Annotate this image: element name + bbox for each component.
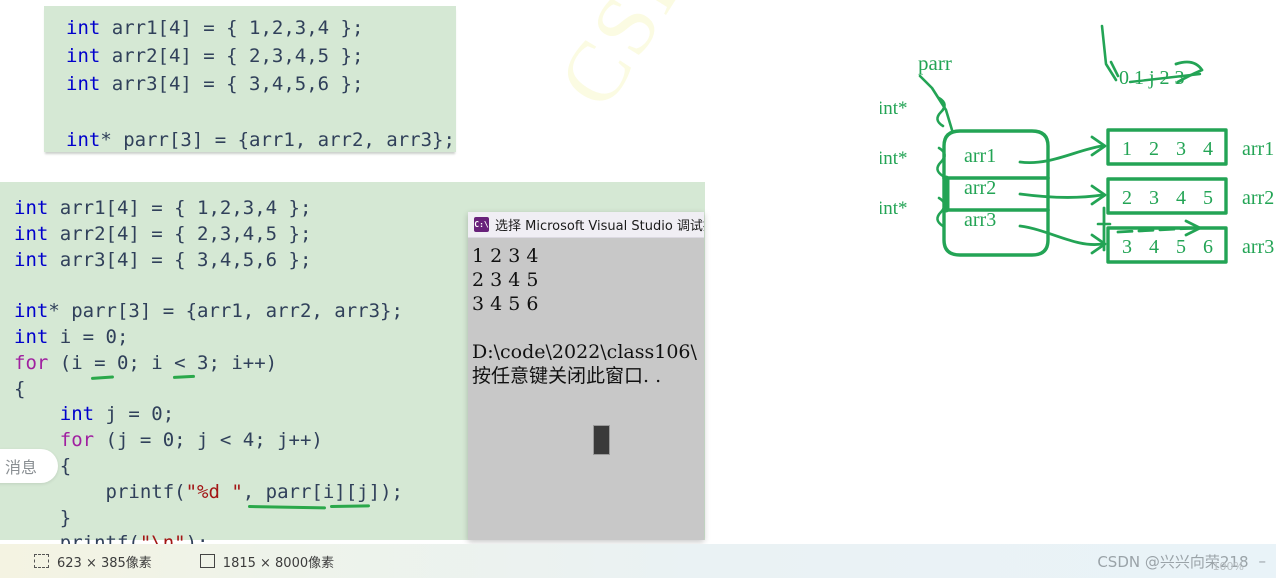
code-token: arr3[4] = { 3,4,5,6 }; [100,73,364,95]
console-line: 按任意键关闭此窗口. . [472,365,662,387]
pointer-type-label-2: int* [880,148,908,169]
code-token: for [14,351,49,374]
code-token: int [66,73,101,95]
code-token: * parr[3] = {arr1, arr2, arr3}; [100,129,455,151]
zoom-level-label: 100% [1212,559,1244,573]
console-window[interactable]: C:\ 选择 Microsoft Visual Studio 调试控 1 2 3… [468,212,704,540]
code-line: int arr1[4] = { 1,2,3,4 }; [66,14,456,42]
code-token: arr1[4] = { 1,2,3,4 }; [48,197,312,219]
code-token: "%d " [185,480,243,503]
trailing-dash: – [1258,552,1267,570]
pointer-type-label-3: int* [880,198,908,219]
console-line: 2 3 4 5 [472,269,539,291]
array-3-value-3: 5 [1176,236,1186,258]
code-line: int* parr[3] = {arr1, arr2, arr3}; [66,126,456,154]
diagram-stroke [1018,224,1104,246]
code-token: int [59,403,95,426]
array-2-value-1: 2 [1122,187,1132,209]
screenshot-root: CSDN @兴兴向荣 int arr1[4] = { 1,2,3,4 };int… [0,0,1276,578]
parr-cell-1: arr1 [964,145,996,167]
status-bar: 623 × 385像素 1815 × 8000像素 100% CSDN @兴兴向… [0,544,1276,578]
code-token: } [14,506,72,529]
array-3-value-2: 4 [1149,236,1159,258]
array-1-value-4: 4 [1203,138,1213,160]
array-1-value-3: 3 [1176,138,1186,160]
code-token: arr1[4] = { 1,2,3,4 }; [100,17,364,39]
console-line: D:\code\2022\class106\ [472,341,697,363]
array-2-value-4: 5 [1203,187,1213,209]
message-pill[interactable]: 消息 [0,449,58,483]
code-token: * parr[3] = {arr1, arr2, arr3}; [48,300,403,323]
code-token: arr3[4] = { 3,4,5,6 }; [48,248,312,271]
code-token: { [14,377,26,400]
image-size-icon [199,554,215,568]
code-token: int [14,222,49,245]
array-1-name: arr1 [1242,138,1274,160]
code-token: int [14,197,49,219]
code-token: i = 0; [48,325,129,348]
parr-cell-2: arr2 [964,177,996,199]
array-2-value-3: 4 [1176,187,1186,209]
code-token: int [14,248,49,271]
code-token: int [14,325,49,348]
code-token: int [14,300,49,323]
selection-icon [34,554,49,568]
code-token: arr2[4] = { 2,3,4,5 }; [100,45,364,67]
console-title-text: 选择 Microsoft Visual Studio 调试控 [495,219,704,234]
console-icon: C:\ [474,217,489,232]
console-cursor [593,425,610,455]
array-3-value-4: 6 [1203,236,1213,258]
pointer-type-label-1: int* [880,98,908,119]
pointer-array-diagram: parrint*int*int*arr1arr2arr31 2 3 4 arr12 3 4 5… [880,24,1274,264]
code-token: for [59,429,95,452]
parr-label: parr [918,51,952,75]
array-2-value-2: 3 [1149,187,1159,209]
selection-size-label: 623 × 385像素 [57,555,152,571]
code-line: int arr3[4] = { 3,4,5,6 }; [66,70,456,98]
code-token: int [66,45,101,67]
console-title-bar[interactable]: C:\ 选择 Microsoft Visual Studio 调试控 [468,212,704,238]
status-right-group: 100% CSDN @兴兴向荣218 – [1097,551,1267,573]
code-token: arr2[4] = { 2,3,4,5 }; [48,222,312,245]
array-3-value-1: 3 [1122,236,1132,258]
code-token: int [66,129,101,151]
array-1-value-2: 2 [1149,138,1159,160]
parr-cell-3: arr3 [964,209,996,231]
status-image-size: 1815 × 8000像素 [199,552,335,571]
status-selection-size: 623 × 385像素 [34,552,152,571]
array-3-name: arr3 [1242,236,1274,258]
array-1-value-1: 1 [1122,138,1132,160]
code-token: j = 0; [94,403,175,426]
index-scribble: 0 1 j 2 3 [1119,67,1185,89]
diagram-stroke [918,74,954,132]
code-token: int [66,17,101,39]
message-pill-label: 消息 [4,458,37,477]
diagram-stroke [1100,24,1118,82]
code-block-top: int arr1[4] = { 1,2,3,4 }; int arr2[4] = … [44,6,456,152]
console-output: 1 2 3 42 3 4 53 4 5 6 D:\code\2022\class… [468,238,704,388]
code-token: (j = 0; j < 4; j++) [94,429,323,452]
diagram-stroke [1018,192,1104,199]
array-2-name: arr2 [1242,187,1274,209]
code-token: (i = 0; i < 3; i++) [48,351,278,374]
code-token: printf( [14,480,186,503]
console-line: 1 2 3 4 [472,245,539,267]
code-line: int arr2[4] = { 2,3,4,5 }; [66,42,456,70]
image-size-label: 1815 × 8000像素 [222,555,335,571]
diagram-stroke [1018,144,1104,165]
code-token: , parr[i][j]); [242,480,403,503]
console-line: 3 4 5 6 [472,293,539,315]
